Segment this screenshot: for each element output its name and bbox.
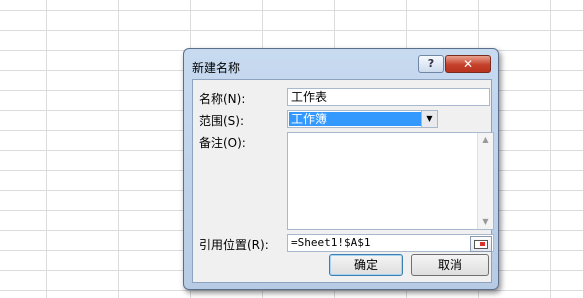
scope-select[interactable]: 工作簿 ▼ — [287, 110, 438, 128]
new-name-dialog: 新建名称 ? ✕ 名称(N): 工作表 范围(S): 工作簿 ▼ 备注(O): … — [183, 48, 499, 290]
scroll-down-icon[interactable]: ▼ — [478, 215, 493, 229]
dialog-body: 名称(N): 工作表 范围(S): 工作簿 ▼ 备注(O): ▲ ▼ 引用位置(… — [192, 79, 494, 283]
refers-to-label: 引用位置(R): — [199, 238, 269, 252]
refers-to-input[interactable]: =Sheet1!$A$1 — [287, 234, 494, 252]
refers-to-value: =Sheet1!$A$1 — [291, 236, 371, 249]
ok-button[interactable]: 确定 — [329, 254, 403, 276]
scope-selected-value: 工作簿 — [289, 112, 422, 126]
close-button[interactable]: ✕ — [445, 55, 491, 73]
cancel-button[interactable]: 取消 — [411, 254, 489, 276]
help-button[interactable]: ? — [418, 55, 444, 73]
comment-label: 备注(O): — [199, 136, 246, 150]
dialog-title: 新建名称 — [192, 61, 241, 75]
scope-label: 范围(S): — [199, 114, 245, 128]
comment-textarea[interactable]: ▲ ▼ — [287, 132, 494, 230]
chevron-down-icon[interactable]: ▼ — [421, 111, 437, 127]
comment-scrollbar[interactable]: ▲ ▼ — [477, 133, 493, 229]
range-select-icon[interactable] — [470, 236, 492, 252]
name-input[interactable]: 工作表 — [287, 88, 490, 106]
name-label: 名称(N): — [199, 92, 246, 106]
scroll-up-icon[interactable]: ▲ — [478, 133, 493, 147]
